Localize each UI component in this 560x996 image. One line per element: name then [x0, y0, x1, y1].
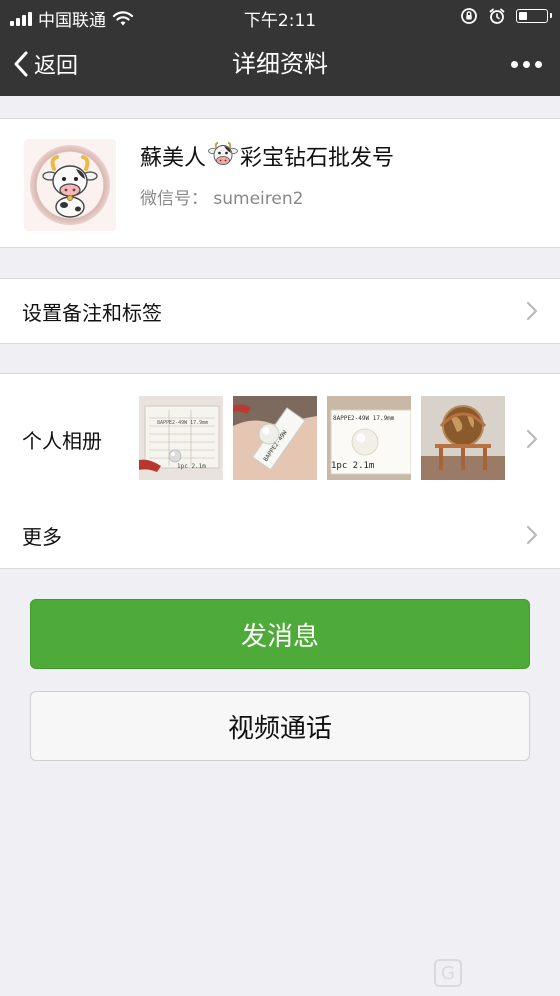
album-photo[interactable]: [421, 396, 505, 480]
cow-avatar-icon: [42, 155, 98, 218]
status-bar: 中国联通 下午2:11: [0, 0, 560, 32]
watermark: G: [434, 956, 554, 990]
page-title: 详细资料: [232, 50, 328, 78]
globe-ornament-image: [421, 396, 505, 480]
tag-text: 8APPE2-49W 17.9mm: [333, 415, 395, 422]
status-bar-right: [460, 7, 552, 25]
album-photo[interactable]: 8APPE2-49W 17.9mm 1pc 2.1m: [139, 396, 223, 480]
more-row[interactable]: 更多: [0, 503, 560, 569]
pearl-in-hand-image: 8APPE2-49W: [233, 396, 317, 480]
watermark-logo-icon: G: [434, 959, 462, 987]
pearl-label-closeup-image: 8APPE2-49W 17.9mm 1pc 2.1m: [327, 396, 411, 480]
more-dot-icon: [535, 60, 542, 68]
nav-bar: 返回 详细资料: [0, 32, 560, 96]
chevron-right-icon: [526, 301, 538, 321]
more-label: 更多: [22, 525, 62, 549]
battery-icon: [516, 9, 552, 23]
video-call-button[interactable]: 视频通话: [30, 691, 530, 761]
album-photo[interactable]: 8APPE2-49W 17.9mm 1pc 2.1m: [327, 396, 411, 480]
wechat-id-label: 微信号：: [140, 189, 208, 209]
qty-text: 1pc 2.1m: [331, 461, 374, 471]
alarm-icon: [489, 8, 505, 24]
send-message-button[interactable]: 发消息: [30, 599, 530, 669]
contact-name-suffix: 彩宝钻石批发号: [240, 146, 395, 171]
avatar[interactable]: [24, 139, 116, 231]
more-options-button[interactable]: [511, 32, 542, 96]
remark-and-tags-row[interactable]: 设置备注和标签: [0, 278, 560, 344]
wechat-id: 微信号： sumeiren2: [140, 184, 303, 209]
album-photo[interactable]: 8APPE2-49W: [233, 396, 317, 480]
cow-face-icon: [208, 142, 238, 165]
contact-name: 蘇美人 彩宝钻石批发号: [140, 140, 394, 172]
chevron-right-icon: [526, 429, 538, 449]
wechat-id-value: sumeiren2: [213, 189, 304, 209]
pearl-on-label-image: 8APPE2-49W 17.9mm 1pc 2.1m: [139, 396, 223, 480]
tag-text: 8APPE2-49W 17.9mm: [157, 420, 208, 426]
chevron-right-icon: [526, 525, 538, 545]
more-dot-icon: [511, 60, 518, 68]
orientation-lock-icon: [461, 8, 477, 24]
qty-text: 1pc 2.1m: [177, 463, 206, 470]
more-dot-icon: [523, 60, 530, 68]
contact-name-prefix: 蘇美人: [140, 146, 207, 171]
personal-album-label: 个人相册: [22, 429, 102, 453]
remark-and-tags-label: 设置备注和标签: [22, 301, 162, 325]
